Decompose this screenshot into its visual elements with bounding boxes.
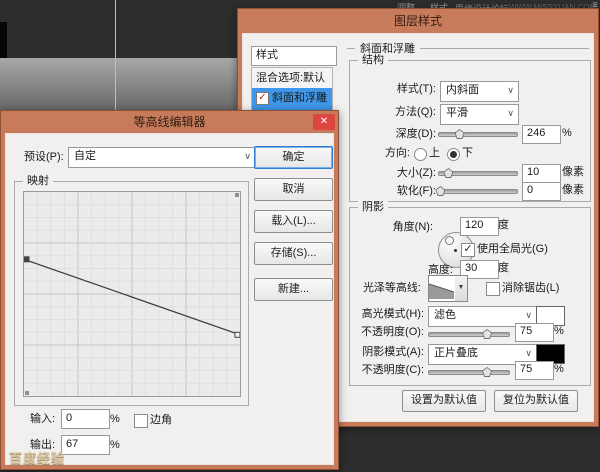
ok-button[interactable]: 确定 <box>254 146 333 169</box>
canvas-dark-shape <box>0 22 7 58</box>
shading-legend: 阴影 <box>358 200 388 215</box>
global-light-checkbox[interactable]: ✓ <box>461 243 475 257</box>
chevron-down-icon: ∨ <box>525 310 532 320</box>
styles-item-label: 混合选项:默认 <box>256 72 326 84</box>
shadow-opacity-unit: % <box>554 363 564 375</box>
shadow-mode-value: 正片叠底 <box>434 347 478 359</box>
shading-group: 阴影 角度(N): 120 度 ✓ 使用全局光(G) 高度: 30 度 光泽等高… <box>349 200 591 386</box>
depth-unit: % <box>562 127 572 139</box>
output-value-field[interactable]: 67 <box>61 435 110 455</box>
contour-editor-title[interactable]: 等高线编辑器 <box>1 111 338 133</box>
chevron-down-icon: ∨ <box>244 151 251 161</box>
soften-label: 软化(F): <box>396 185 436 197</box>
structure-legend: 结构 <box>358 53 388 68</box>
highlight-opacity-slider[interactable] <box>428 327 510 341</box>
cancel-button[interactable]: 取消 <box>254 178 333 201</box>
depth-slider[interactable] <box>438 127 518 141</box>
direction-up-radio[interactable] <box>414 148 427 161</box>
shadow-mode-label: 阴影模式(A): <box>362 346 424 358</box>
highlight-mode-label: 高光模式(H): <box>361 308 424 320</box>
mapping-group: 映射 <box>14 174 249 406</box>
soften-input[interactable]: 0 <box>522 182 561 201</box>
style-select[interactable]: 内斜面 ∨ <box>440 81 519 102</box>
mapping-legend: 映射 <box>23 174 53 189</box>
preset-select[interactable]: 自定 ∨ <box>68 147 256 168</box>
close-icon[interactable]: ✕ <box>313 114 335 130</box>
corner-label: 边角 <box>150 414 172 426</box>
highlight-opacity-label: 不透明度(O): <box>361 326 424 338</box>
direction-down-label: 下 <box>462 147 473 159</box>
chevron-down-icon: ∨ <box>507 108 514 118</box>
soften-slider[interactable] <box>435 184 518 198</box>
shadow-opacity-slider[interactable] <box>428 365 510 379</box>
structure-group: 结构 样式(T): 内斜面 ∨ 方法(Q): 平滑 ∨ 深度(D): 246 %… <box>349 53 591 202</box>
set-default-button[interactable]: 设置为默认值 <box>402 390 486 412</box>
gloss-contour-thumbnail[interactable] <box>428 275 457 302</box>
photoshop-workspace: 调整 样式 思缘设计论坛 WWW.MISSYUAN.COM ≡ 图层样式 样式 … <box>0 0 600 472</box>
antialias-label: 消除锯齿(L) <box>502 282 560 294</box>
save-button[interactable]: 存储(S)... <box>254 242 333 265</box>
technique-label: 方法(Q): <box>395 106 436 118</box>
soften-unit: 像素 <box>562 184 584 196</box>
depth-label: 深度(D): <box>395 128 436 140</box>
styles-item-blending-options[interactable]: 混合选项:默认 <box>252 68 332 88</box>
layer-style-title[interactable]: 图层样式 <box>238 9 598 33</box>
angle-input[interactable]: 120 <box>460 217 499 236</box>
highlight-opacity-input[interactable]: 75 <box>515 323 554 342</box>
highlight-mode-value: 滤色 <box>434 309 456 321</box>
technique-select[interactable]: 平滑 ∨ <box>440 104 519 125</box>
direction-label: 方向: <box>384 147 410 159</box>
styles-item-label: 斜面和浮雕 <box>272 92 327 104</box>
style-select-value: 内斜面 <box>446 84 479 96</box>
gloss-contour-label: 光泽等高线: <box>362 282 421 294</box>
load-button[interactable]: 载入(L)... <box>254 210 333 233</box>
highlight-opacity-unit: % <box>554 325 564 337</box>
contour-curve-grid[interactable] <box>23 191 241 397</box>
reset-default-button[interactable]: 复位为默认值 <box>494 390 578 412</box>
angle-indicator-icon <box>445 236 454 245</box>
input-value-field[interactable]: 0 <box>61 409 110 429</box>
antialias-checkbox[interactable] <box>486 282 500 296</box>
corner-checkbox[interactable] <box>134 414 148 428</box>
gloss-contour-shape <box>428 283 455 299</box>
preset-label: 预设(P): <box>24 151 64 163</box>
output-unit: % <box>110 439 120 451</box>
direction-down-radio[interactable] <box>447 148 460 161</box>
styles-list-header: 样式 <box>251 46 337 66</box>
size-input[interactable]: 10 <box>522 164 561 183</box>
chevron-down-icon: ∨ <box>507 85 514 95</box>
global-light-label: 使用全局光(G) <box>477 243 548 255</box>
size-unit: 像素 <box>562 166 584 178</box>
angle-label: 角度(N): <box>392 221 433 233</box>
angle-unit: 度 <box>498 219 509 231</box>
checkbox-checked-icon[interactable]: ✓ <box>256 91 269 105</box>
new-button[interactable]: 新建... <box>254 278 333 301</box>
style-label: 样式(T): <box>396 83 436 95</box>
size-slider[interactable] <box>438 166 518 180</box>
depth-input[interactable]: 246 <box>522 125 561 144</box>
guide-line <box>115 0 116 110</box>
size-label: 大小(Z): <box>396 167 436 179</box>
shadow-opacity-input[interactable]: 75 <box>515 361 554 380</box>
contour-editor-dialog: 等高线编辑器 ✕ 预设(P): 自定 ∨ 确定 取消 载入(L)... 存储(S… <box>0 110 339 470</box>
watermark-logo: 百度经验 <box>9 451 66 466</box>
input-label: 输入: <box>30 413 56 425</box>
technique-select-value: 平滑 <box>446 107 468 119</box>
direction-up-label: 上 <box>429 147 440 159</box>
gloss-contour-dropdown-icon[interactable]: ▼ <box>455 275 468 302</box>
altitude-unit: 度 <box>498 262 509 274</box>
styles-item-bevel-emboss[interactable]: ✓ 斜面和浮雕 <box>252 88 332 108</box>
chevron-down-icon: ∨ <box>525 348 532 358</box>
input-unit: % <box>110 413 120 425</box>
angle-center-dot <box>454 249 457 252</box>
shadow-opacity-label: 不透明度(C): <box>361 364 424 376</box>
preset-select-value: 自定 <box>74 150 96 162</box>
contour-editor-content: 预设(P): 自定 ∨ 确定 取消 载入(L)... 存储(S)... 新建..… <box>5 133 334 466</box>
